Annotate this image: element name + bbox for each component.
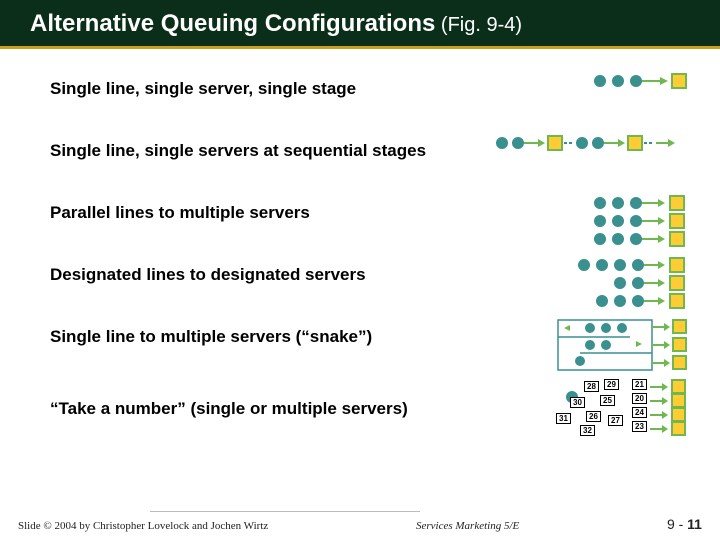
config-label: Single line, single servers at sequentia… [50,141,490,161]
config-label: Single line, single server, single stage [50,79,490,99]
config-label: Single line to multiple servers (“snake”… [50,327,490,347]
footer-copyright: Slide © 2004 by Christopher Lovelock and… [18,520,268,532]
ticket-number: 25 [600,395,615,406]
ticket-number: 21 [632,379,647,390]
config-diagram [500,193,690,233]
slide-title: Alternative Queuing Configurations (Fig.… [0,10,720,38]
ticket-number: 24 [632,407,647,418]
ticket-number: 28 [584,381,599,392]
footer-chapter: 9 - [667,516,687,532]
config-row: Single line, single server, single stage [50,69,690,109]
ticket-number: 32 [580,425,595,436]
config-row: Parallel lines to multiple servers [50,193,690,233]
config-row: “Take a number” (single or multiple serv… [50,379,690,439]
ticket-number: 30 [570,397,585,408]
config-row: Single line, single servers at sequentia… [50,131,690,171]
config-diagram [500,255,690,295]
slide-header: Alternative Queuing Configurations (Fig.… [0,0,720,49]
ticket-number: 26 [586,411,601,422]
config-diagram [500,69,690,109]
footer-book: Services Marketing 5/E [416,520,519,532]
title-main: Alternative Queuing Configurations [30,10,435,37]
ticket-number: 20 [632,393,647,404]
config-label: Designated lines to designated servers [50,265,490,285]
ticket-number: 27 [608,415,623,426]
config-label: Parallel lines to multiple servers [50,203,490,223]
ticket-number: 23 [632,421,647,432]
title-suffix: (Fig. 9-4) [435,14,522,36]
ticket-number: 31 [556,413,571,424]
footer-page: 9 - 11 [667,516,702,532]
config-row: Designated lines to designated servers [50,255,690,295]
config-diagram [500,317,690,357]
config-row: Single line to multiple servers (“snake”… [50,317,690,357]
config-diagram: 28 29 30 25 31 26 32 27 21 20 24 23 [500,379,690,439]
slide-body: Single line, single server, single stage… [0,49,720,439]
config-diagram [490,131,690,171]
ticket-number: 29 [604,379,619,390]
footer: Slide © 2004 by Christopher Lovelock and… [18,516,702,532]
footer-divider [150,511,420,512]
config-label: “Take a number” (single or multiple serv… [50,399,490,419]
footer-pagenum: 11 [687,516,702,532]
